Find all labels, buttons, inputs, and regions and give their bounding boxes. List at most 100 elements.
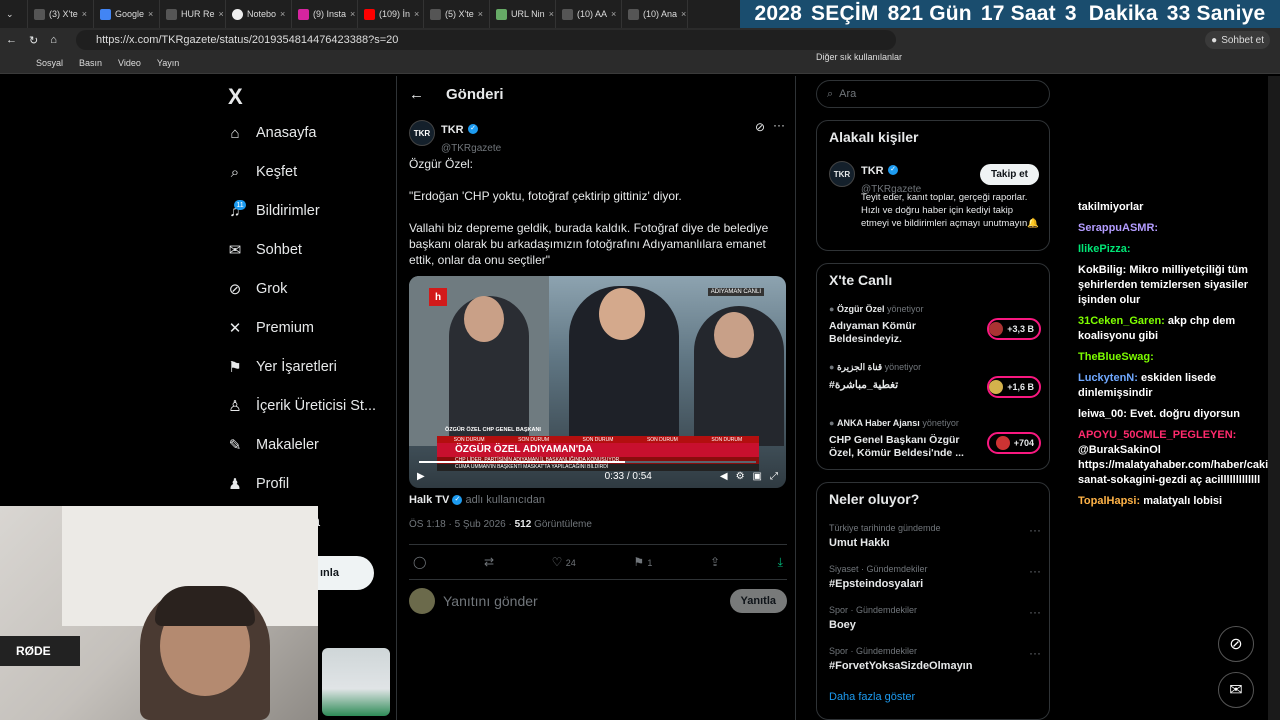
show-more-link[interactable]: Daha fazla göster: [829, 691, 915, 703]
stream-chat: takilmiyorlar SerappuASMR: IlikePizza: Ko…: [1078, 200, 1276, 515]
repost-icon[interactable]: ⇄: [484, 555, 494, 569]
chat-username[interactable]: TheBlueSwag:: [1078, 351, 1154, 363]
grok-explain-icon[interactable]: ⊘: [755, 120, 765, 134]
nav-item-messages[interactable]: ✉ Sohbet: [226, 241, 302, 259]
live-item[interactable]: ● ANKA Haber Ajansı yönetiyor CHP Genel …: [829, 418, 1041, 460]
close-icon[interactable]: ×: [219, 9, 224, 19]
url-field[interactable]: https://x.com/TKRgazete/status/201935481…: [76, 30, 896, 50]
live-listener-pill[interactable]: +704: [987, 432, 1041, 454]
close-icon[interactable]: ×: [611, 9, 616, 19]
more-options-icon[interactable]: ···: [773, 118, 785, 132]
back-icon[interactable]: ←: [6, 34, 17, 46]
related-avatar[interactable]: TKR: [829, 161, 855, 187]
nav-item-bookmarks[interactable]: ⚑ Yer İşaretleri: [226, 358, 337, 376]
tab-menu[interactable]: ⌄: [0, 0, 28, 28]
home-icon[interactable]: ⌂: [50, 34, 57, 46]
other-bookmarks[interactable]: Diğer sık kullanılanlar: [816, 52, 1050, 62]
reply-icon[interactable]: ◯: [413, 555, 426, 569]
live-item[interactable]: ● Özgür Özel yönetiyor Adıyaman Kömür Be…: [829, 304, 1041, 346]
chat-username[interactable]: leiwa_00:: [1078, 408, 1130, 420]
bookmark-folder[interactable]: Basın: [79, 58, 102, 68]
sohbet-button[interactable]: ● Sohbet et: [1205, 31, 1270, 49]
chat-username[interactable]: 31Ceken_Garen:: [1078, 315, 1168, 327]
pip-icon[interactable]: ▣: [753, 471, 762, 482]
nav-item-home[interactable]: ⌂ Anasayfa: [226, 124, 316, 142]
chat-username[interactable]: KokBilig:: [1078, 264, 1129, 276]
source-name[interactable]: Halk TV: [409, 494, 449, 506]
more-options-icon[interactable]: ···: [1029, 646, 1041, 660]
nav-item-explore[interactable]: ⌕ Keşfet: [226, 163, 297, 181]
nav-item-grok[interactable]: ⊘ Grok: [226, 280, 288, 298]
chat-text: takilmiyorlar: [1078, 201, 1144, 213]
browser-tab[interactable]: (9) Insta ×: [292, 0, 358, 28]
close-icon[interactable]: ×: [350, 9, 355, 19]
search-input[interactable]: ⌕ Ara: [816, 80, 1050, 108]
scrollbar[interactable]: [1268, 76, 1280, 720]
browser-tab[interactable]: HUR Re ×: [160, 0, 226, 28]
browser-tab[interactable]: (10) Ana ×: [622, 0, 688, 28]
nav-item-articles[interactable]: ✎ Makaleler: [226, 436, 319, 454]
author-info[interactable]: TKR ✓ @TKRgazete: [441, 120, 501, 156]
download-icon[interactable]: ⤓: [778, 555, 783, 570]
settings-icon[interactable]: ⚙: [736, 471, 745, 482]
copilot-icon: ●: [1211, 34, 1218, 46]
post-text-line: Özgür Özel:: [409, 157, 474, 171]
follow-button[interactable]: Takip et: [979, 164, 1039, 185]
reload-icon[interactable]: ↻: [29, 34, 38, 47]
messages-float-button[interactable]: ✉: [1218, 672, 1254, 708]
volume-icon[interactable]: ◀: [720, 471, 728, 482]
trend-item[interactable]: Türkiye tarihinde gündemde Umut Hakkı ···: [829, 523, 1041, 549]
chat-username[interactable]: IlikePizza:: [1078, 243, 1131, 255]
x-logo-icon[interactable]: X: [228, 84, 243, 110]
browser-tab[interactable]: (10) AA ×: [556, 0, 622, 28]
browser-tab[interactable]: Notebo ×: [226, 0, 292, 28]
close-icon[interactable]: ×: [148, 9, 153, 19]
chat-username[interactable]: SerappuASMR:: [1078, 222, 1158, 234]
more-options-icon[interactable]: ···: [1029, 564, 1041, 578]
chat-username[interactable]: LuckytenN:: [1078, 372, 1141, 384]
video-player[interactable]: h ADIYAMAN CANLI ÖZGÜR ÖZEL CHP GENEL BA…: [409, 276, 786, 488]
reply-button[interactable]: Yanıtla: [729, 589, 787, 613]
grok-float-button[interactable]: ⊘: [1218, 626, 1254, 662]
browser-tab[interactable]: (109) İn ×: [358, 0, 424, 28]
nav-item-premium[interactable]: ✕ Premium: [226, 319, 314, 337]
chat-username[interactable]: APOYU_50CMLE_PEGLEYEN:: [1078, 429, 1236, 441]
bookmark-folder[interactable]: Video: [118, 58, 141, 68]
close-icon[interactable]: ×: [280, 9, 285, 19]
user-avatar[interactable]: [409, 588, 435, 614]
trend-item[interactable]: Siyaset · Gündemdekiler #Epsteindosyalari…: [829, 564, 1041, 590]
video-progress-bar[interactable]: [419, 461, 756, 463]
live-listener-pill[interactable]: +3,3 B: [987, 318, 1041, 340]
live-listener-pill[interactable]: +1,6 B: [987, 376, 1041, 398]
bookmark-button[interactable]: ⚑ 1: [633, 555, 652, 569]
trend-item[interactable]: Spor · Gündemdekiler #ForvetYoksaSizdeOlm…: [829, 646, 1041, 672]
bookmark-folder[interactable]: Yayın: [157, 58, 179, 68]
close-icon[interactable]: ×: [681, 9, 686, 19]
more-options-icon[interactable]: ···: [1029, 605, 1041, 619]
share-icon[interactable]: ⇪: [710, 555, 720, 569]
chat-username[interactable]: TopalHapsi:: [1078, 495, 1143, 507]
reply-input[interactable]: Yanıtını gönder: [443, 593, 538, 609]
more-options-icon[interactable]: ···: [1029, 523, 1041, 537]
play-icon[interactable]: ▶: [417, 471, 425, 482]
chat-message: KokBilig: Mikro milliyetçiliği tüm şehir…: [1078, 263, 1268, 308]
nav-item-profile[interactable]: ♟ Profil: [226, 475, 289, 493]
browser-tab[interactable]: URL Nin ×: [490, 0, 556, 28]
back-arrow-icon[interactable]: ←: [409, 86, 424, 103]
close-icon[interactable]: ×: [414, 9, 419, 19]
live-item[interactable]: ● قناة الجزيرة yönetiyor #تغطية_مباشرة +…: [829, 362, 1041, 398]
browser-tab[interactable]: Google ×: [94, 0, 160, 28]
nav-item-creator-studio[interactable]: ♙ İçerik Üreticisi St...: [226, 397, 376, 415]
close-icon[interactable]: ×: [82, 9, 87, 19]
trend-item[interactable]: Spor · Gündemdekiler Boey ···: [829, 605, 1041, 631]
browser-tab[interactable]: (3) X'te ×: [28, 0, 94, 28]
post-button[interactable]: ınla: [318, 556, 374, 590]
close-icon[interactable]: ×: [478, 9, 483, 19]
author-avatar[interactable]: TKR: [409, 120, 435, 146]
like-button[interactable]: ♡ 24: [552, 555, 576, 569]
close-icon[interactable]: ×: [549, 9, 554, 19]
bookmark-folder[interactable]: Sosyal: [36, 58, 63, 68]
fullscreen-icon[interactable]: ⤢: [770, 471, 778, 482]
browser-tab[interactable]: (5) X'te ×: [424, 0, 490, 28]
post-timestamp[interactable]: ÖS 1:18 · 5 Şub 2026 ·: [409, 519, 512, 530]
